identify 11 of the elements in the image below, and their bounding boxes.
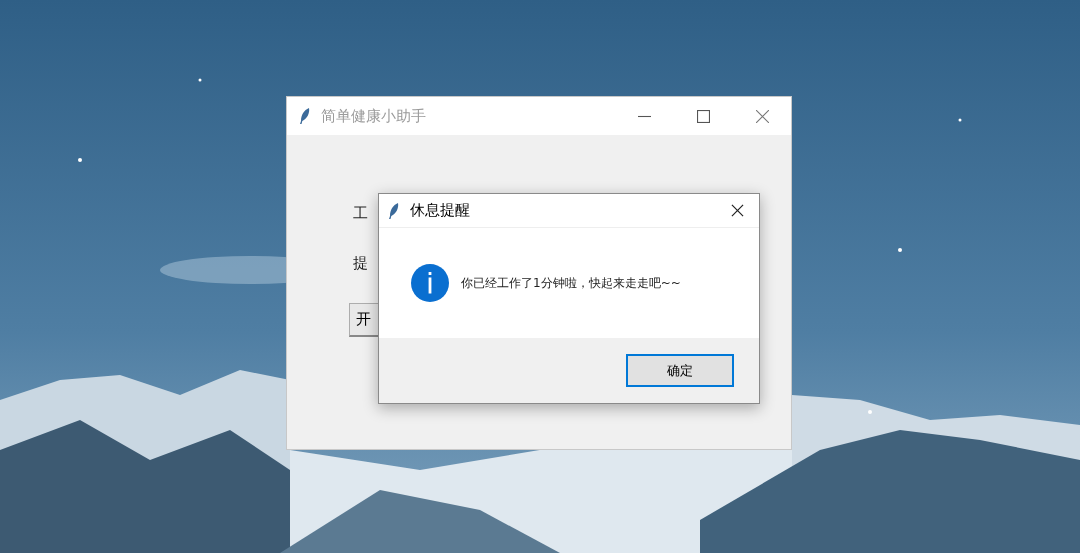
dialog-title: 休息提醒 <box>410 201 470 220</box>
field-label: 工 <box>353 203 368 223</box>
maximize-icon[interactable] <box>697 109 710 123</box>
info-icon <box>411 264 449 302</box>
ok-button[interactable]: 确定 <box>626 354 734 387</box>
feather-icon <box>388 201 400 220</box>
field-label: 提 <box>353 253 368 273</box>
close-icon[interactable] <box>731 204 744 217</box>
message-text: 你已经工作了1分钟啦，快起来走走吧~~ <box>461 274 681 292</box>
feather-icon <box>299 107 311 125</box>
window-title: 简单健康小助手 <box>321 106 426 126</box>
